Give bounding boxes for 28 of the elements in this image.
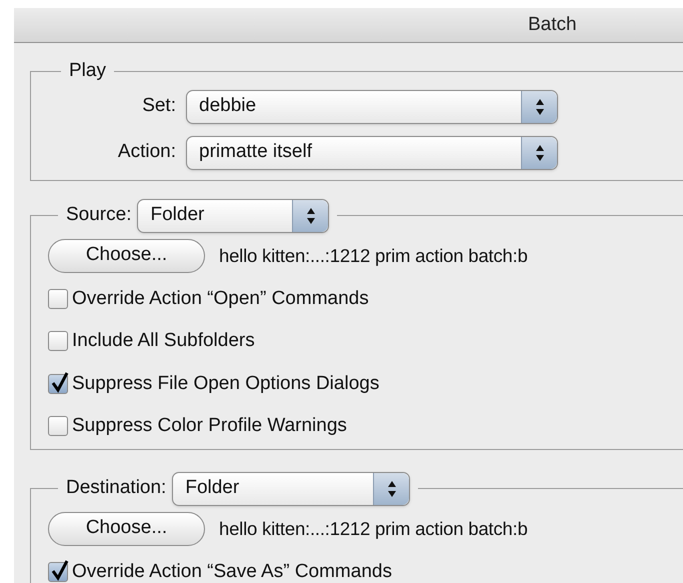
choose-button[interactable]: Choose... [48, 512, 205, 546]
folder-path: hello kitten:...:1212 prim action batch:b [219, 244, 528, 268]
dropdown[interactable]: Folder [172, 472, 410, 506]
window-title: Batch [528, 12, 577, 37]
checkbox[interactable] [48, 331, 68, 352]
dropdown[interactable]: primatte itself [186, 136, 558, 170]
checkbox-label: Suppress Color Profile Warnings [72, 414, 347, 438]
checkbox-label: Suppress File Open Options Dialogs [72, 372, 380, 396]
checkbox[interactable] [48, 288, 68, 309]
checkbox[interactable] [48, 374, 68, 394]
field-label: Set: [142, 94, 176, 118]
dropdown-label: Source: [66, 203, 132, 228]
checkbox-label: Override Action “Open” Commands [72, 286, 369, 310]
dropdown[interactable]: debbie [186, 90, 558, 124]
checkbox-label: Include All Subfolders [72, 329, 255, 353]
choose-button[interactable]: Choose... [48, 238, 205, 272]
dropdown-label: Destination: [66, 476, 166, 500]
checkbox[interactable] [48, 562, 68, 582]
stepper-arrows-icon [292, 200, 328, 232]
field-label: Action: [118, 140, 176, 164]
dropdown[interactable]: Folder [137, 198, 330, 232]
stepper-arrows-icon [521, 90, 557, 122]
stepper-arrows-icon [373, 472, 410, 504]
checkbox-label: Override Action “Save As” Commands [72, 560, 392, 583]
group-label: Play [68, 59, 107, 83]
checkbox[interactable] [48, 416, 68, 436]
folder-path: hello kitten:...:1212 prim action batch:b [219, 516, 528, 541]
stepper-arrows-icon [521, 136, 557, 168]
